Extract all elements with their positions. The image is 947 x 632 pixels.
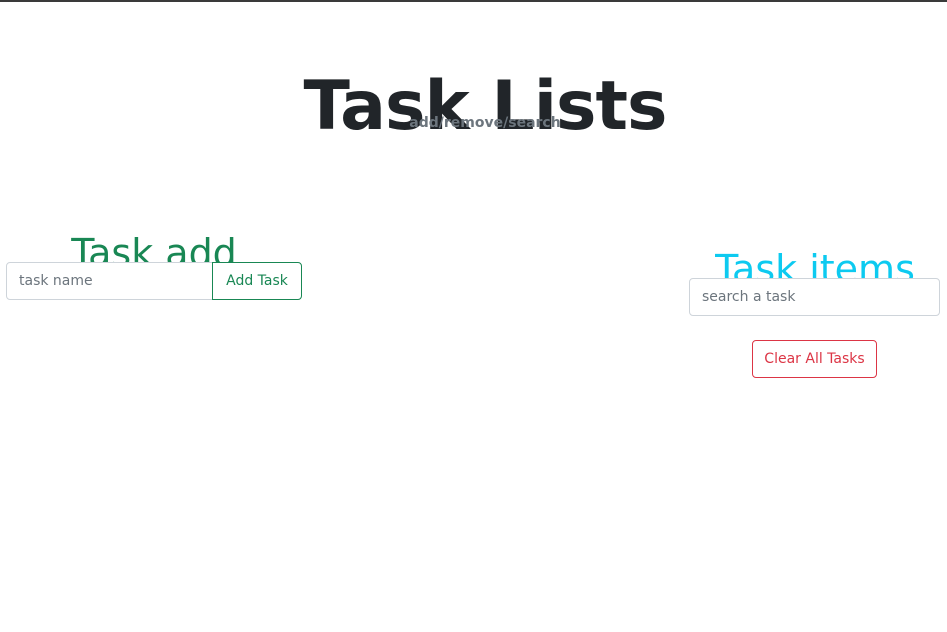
- page-subtitle: add/remove/search: [409, 115, 561, 131]
- search-task-input[interactable]: [689, 278, 940, 316]
- add-task-button[interactable]: Add Task: [212, 262, 302, 300]
- task-name-input[interactable]: [6, 262, 213, 300]
- page-title: Task Lists: [303, 66, 668, 146]
- clear-all-tasks-button[interactable]: Clear All Tasks: [752, 340, 877, 378]
